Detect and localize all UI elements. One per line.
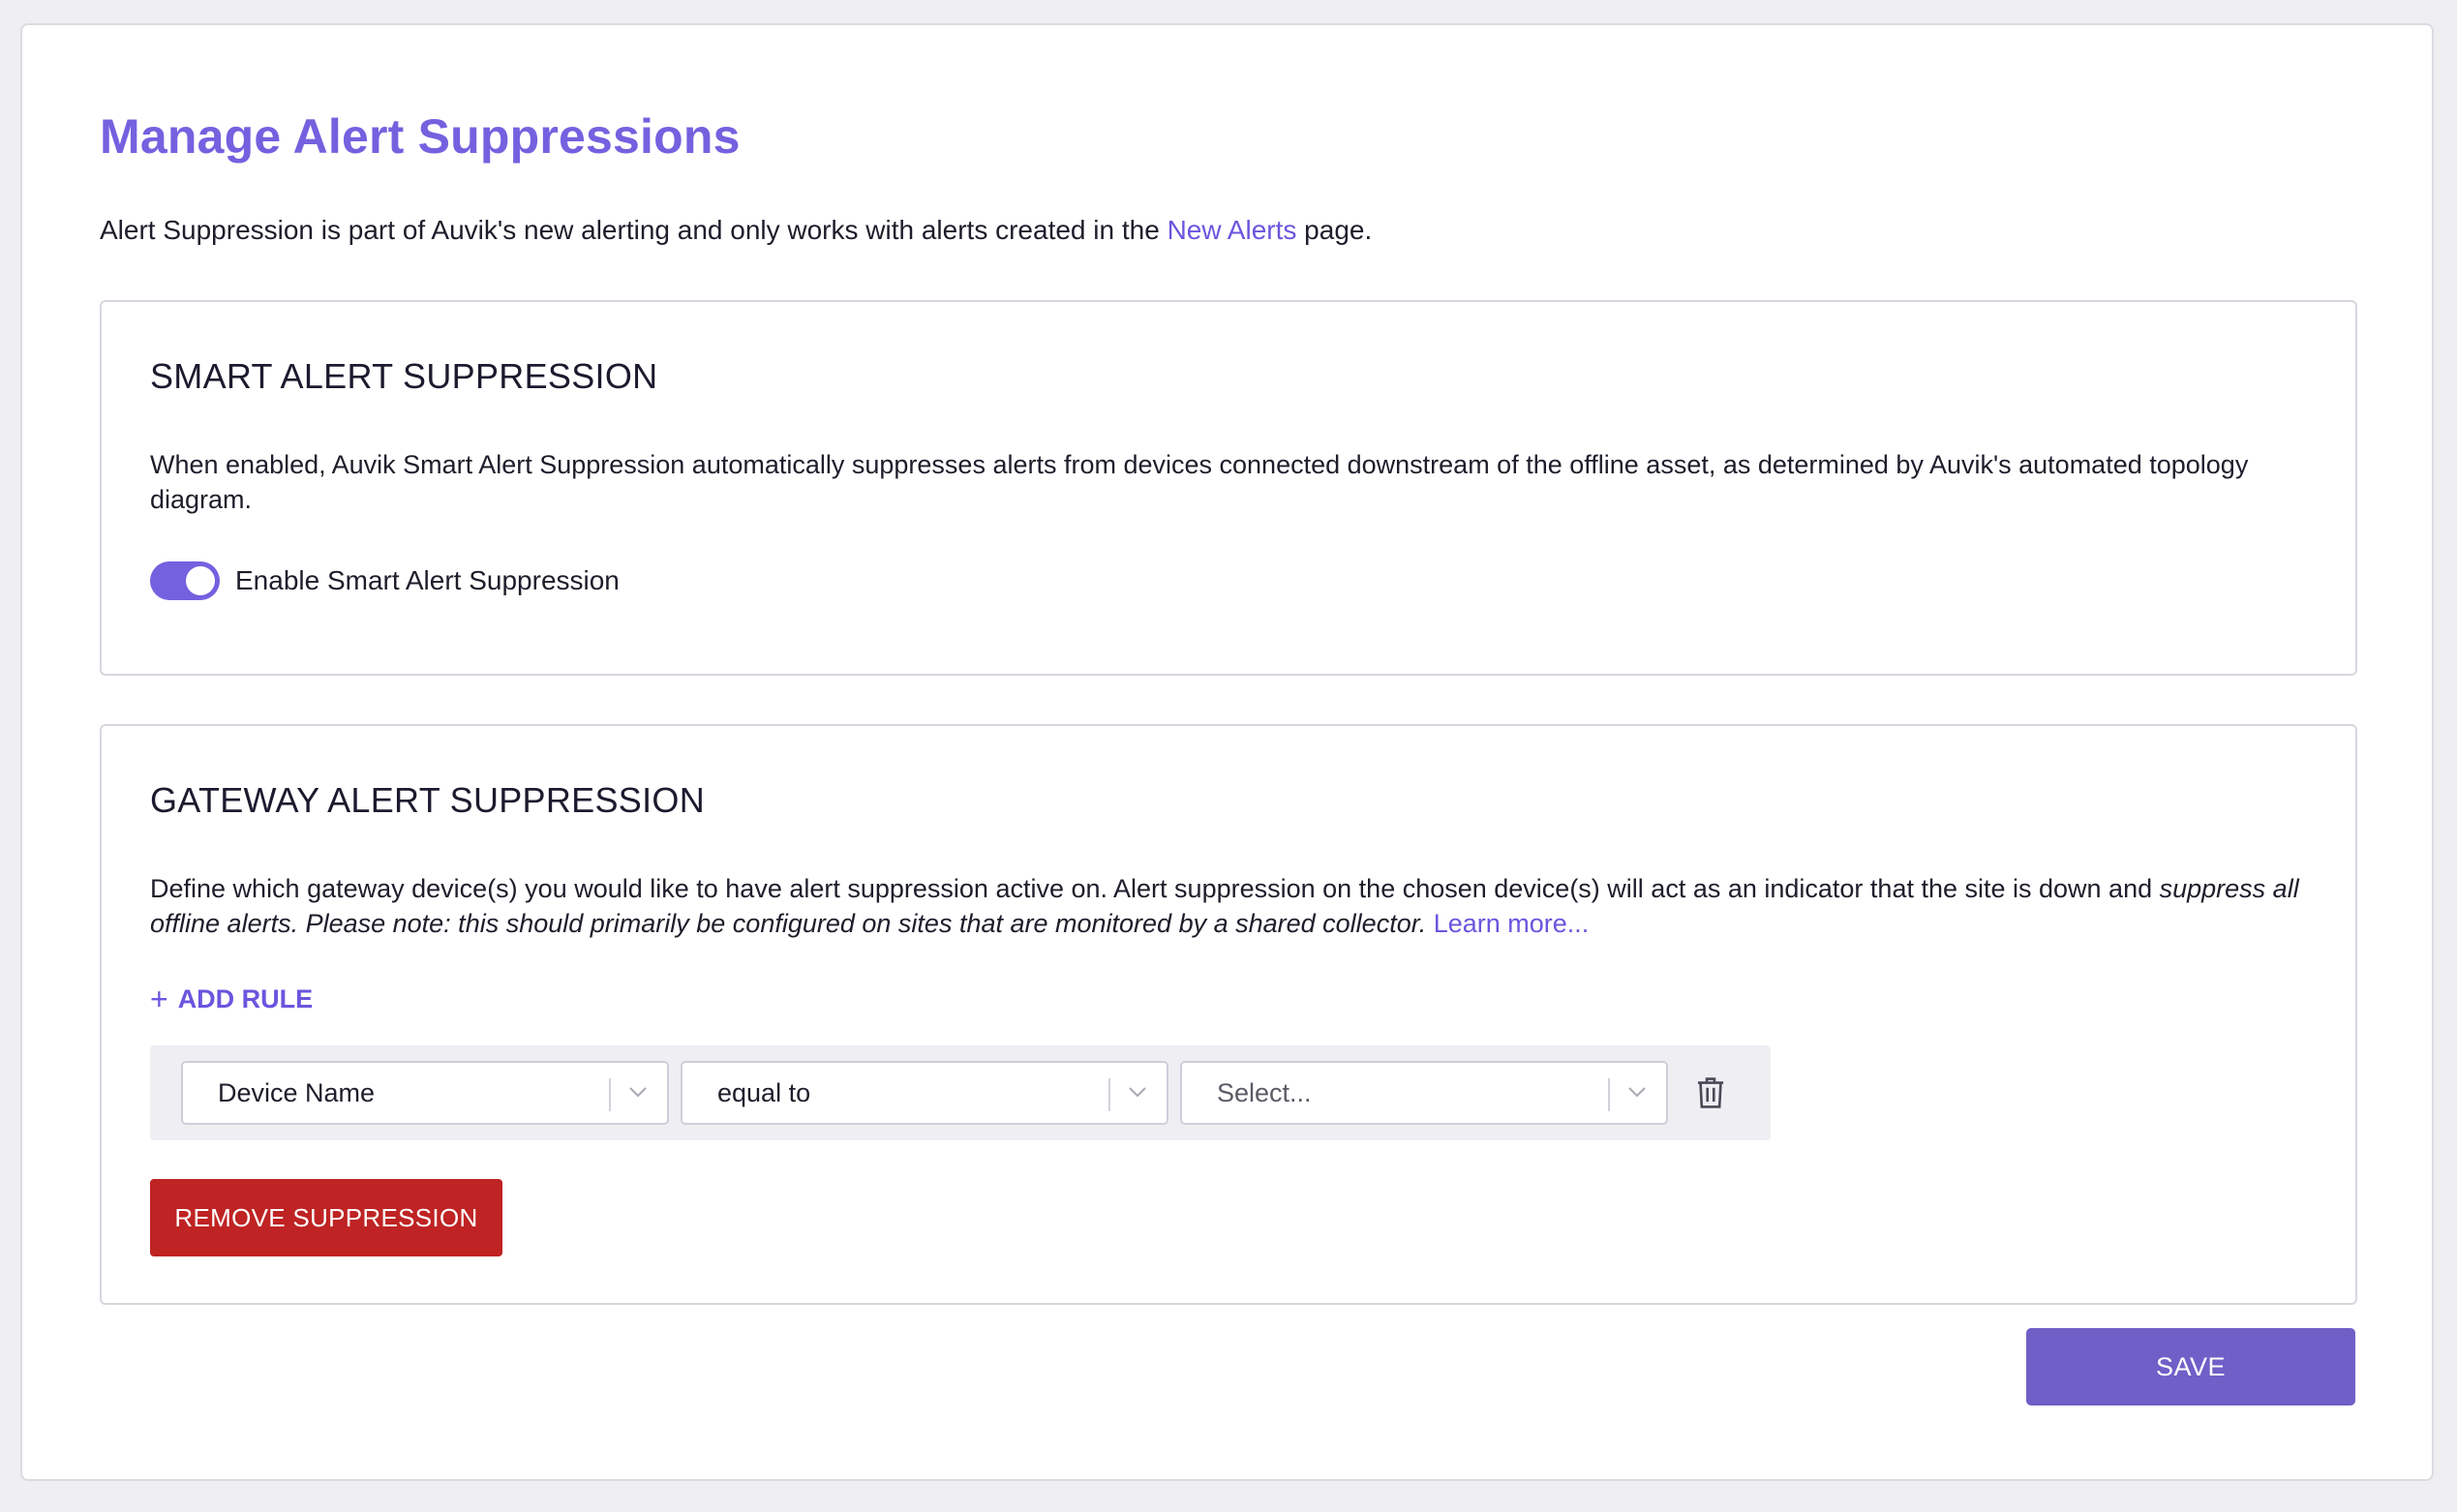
toggle-knob [186, 566, 215, 595]
new-alerts-link[interactable]: New Alerts [1168, 215, 1297, 245]
learn-more-link[interactable]: Learn more... [1434, 909, 1590, 938]
gateway-suppression-card: GATEWAY ALERT SUPPRESSION Define which g… [100, 724, 2357, 1305]
add-rule-button[interactable]: + ADD RULE [150, 982, 313, 1017]
rule-field-select[interactable]: Device Name [181, 1061, 669, 1125]
smart-suppression-toggle-row: Enable Smart Alert Suppression [150, 561, 620, 600]
smart-suppression-toggle-label: Enable Smart Alert Suppression [235, 565, 620, 595]
select-separator [609, 1078, 611, 1111]
rule-value-select[interactable]: Select... [1180, 1061, 1668, 1125]
rule-row: Device Name equal to Select... [150, 1045, 1771, 1140]
gateway-description-plain: Define which gateway device(s) you would… [150, 874, 2160, 903]
save-button[interactable]: SAVE [2026, 1328, 2355, 1406]
smart-suppression-card: SMART ALERT SUPPRESSION When enabled, Au… [100, 300, 2357, 676]
page-title: Manage Alert Suppressions [100, 109, 741, 164]
rule-operator-value: equal to [717, 1078, 811, 1107]
smart-suppression-toggle[interactable] [150, 561, 220, 600]
intro-text-before: Alert Suppression is part of Auvik's new… [100, 215, 1168, 245]
smart-suppression-description: When enabled, Auvik Smart Alert Suppress… [150, 450, 2249, 514]
chevron-down-icon [1129, 1087, 1146, 1098]
select-separator [1108, 1078, 1110, 1111]
smart-suppression-title: SMART ALERT SUPPRESSION [150, 356, 658, 396]
trash-icon[interactable] [1695, 1076, 1726, 1109]
plus-icon: + [150, 982, 168, 1016]
select-separator [1608, 1078, 1610, 1111]
remove-suppression-button[interactable]: REMOVE SUPPRESSION [150, 1179, 502, 1256]
gateway-suppression-title: GATEWAY ALERT SUPPRESSION [150, 780, 706, 820]
intro-text: Alert Suppression is part of Auvik's new… [100, 215, 1372, 246]
add-rule-label: ADD RULE [177, 984, 314, 1013]
rule-value-placeholder: Select... [1217, 1078, 1312, 1107]
page-container: Manage Alert Suppressions Alert Suppress… [20, 23, 2434, 1481]
intro-text-after: page. [1296, 215, 1373, 245]
rule-operator-select[interactable]: equal to [681, 1061, 1168, 1125]
rule-field-value: Device Name [218, 1078, 376, 1107]
chevron-down-icon [629, 1087, 647, 1098]
gateway-suppression-description: Define which gateway device(s) you would… [150, 871, 2319, 941]
chevron-down-icon [1628, 1087, 1646, 1098]
